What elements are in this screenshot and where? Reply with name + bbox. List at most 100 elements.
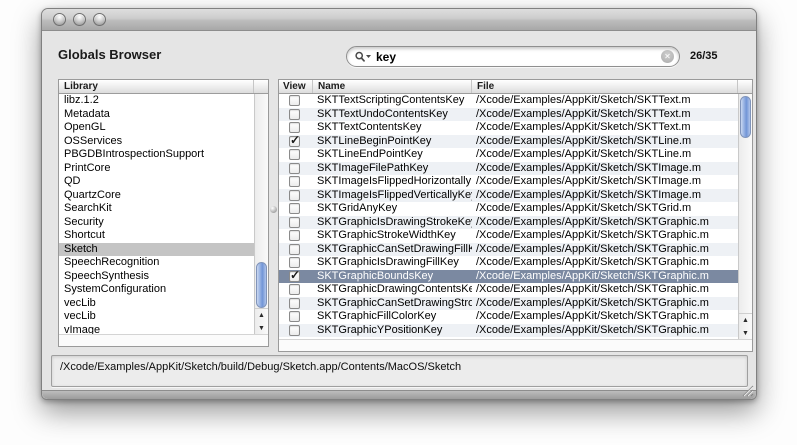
search-menu-icon[interactable] — [354, 51, 372, 63]
table-row[interactable]: SKTGraphicBoundsKey /Xcode/Examples/AppK… — [279, 270, 738, 284]
table-row[interactable]: SKTTextUndoContentsKey /Xcode/Examples/A… — [279, 108, 738, 122]
pane-splitter-handle[interactable] — [270, 206, 277, 213]
library-vertical-scrollbar[interactable]: ▲ ▼ — [254, 94, 268, 334]
column-header-name[interactable]: Name — [313, 80, 472, 93]
table-row[interactable]: SKTTextContentsKey /Xcode/Examples/AppKi… — [279, 121, 738, 135]
view-cell — [279, 175, 313, 189]
view-cell — [279, 162, 313, 176]
view-checkbox[interactable] — [289, 311, 300, 322]
library-list-item[interactable]: vImage — [59, 324, 254, 335]
view-checkbox[interactable] — [289, 190, 300, 201]
global-file-cell: /Xcode/Examples/AppKit/Sketch/SKTGrid.m — [472, 202, 738, 216]
table-row[interactable]: SKTGraphicIsDrawingStrokeKey /Xcode/Exam… — [279, 216, 738, 230]
view-checkbox[interactable] — [289, 298, 300, 309]
library-item-label: Metadata — [64, 108, 110, 120]
titlebar[interactable] — [42, 9, 756, 31]
library-list-item[interactable]: PBGDBIntrospectionSupport — [59, 148, 254, 162]
view-checkbox[interactable] — [289, 176, 300, 187]
column-header-view[interactable]: View — [279, 80, 313, 93]
library-horizontal-scrollbar[interactable] — [59, 334, 268, 346]
globals-vertical-scrollbar[interactable]: ▲ ▼ — [738, 94, 752, 339]
view-checkbox[interactable] — [289, 122, 300, 133]
view-checkbox[interactable] — [289, 325, 300, 336]
table-row[interactable]: SKTTextScriptingContentsKey /Xcode/Examp… — [279, 94, 738, 108]
library-list-item[interactable]: vecLib — [59, 310, 254, 324]
table-row[interactable]: SKTGraphicFillColorKey /Xcode/Examples/A… — [279, 310, 738, 324]
clear-search-icon[interactable]: ✕ — [661, 50, 674, 63]
library-list-item[interactable]: SpeechRecognition — [59, 256, 254, 270]
view-cell — [279, 94, 313, 108]
view-checkbox[interactable] — [289, 149, 300, 160]
scroll-up-icon[interactable]: ▲ — [255, 309, 268, 322]
global-name-cell: SKTImageIsFlippedVerticallyKey — [313, 189, 472, 203]
view-checkbox[interactable] — [289, 109, 300, 120]
window-bottom-edge — [42, 390, 756, 399]
library-list-item[interactable]: PrintCore — [59, 162, 254, 176]
view-checkbox[interactable] — [289, 217, 300, 228]
column-header-file[interactable]: File — [472, 80, 738, 93]
close-button[interactable] — [53, 13, 66, 26]
library-column-header[interactable]: Library — [59, 80, 254, 93]
globals-horizontal-scrollbar[interactable] — [279, 339, 752, 351]
table-row[interactable]: SKTImageIsFlippedVerticallyKey /Xcode/Ex… — [279, 189, 738, 203]
table-row[interactable]: SKTGraphicIsDrawingFillKey /Xcode/Exampl… — [279, 256, 738, 270]
view-checkbox[interactable] — [289, 163, 300, 174]
library-item-label: Shortcut — [64, 229, 105, 241]
library-list-item[interactable]: SpeechSynthesis — [59, 270, 254, 284]
view-checkbox[interactable] — [289, 230, 300, 241]
library-scrollbar-header-cell — [254, 80, 268, 93]
global-file-cell: /Xcode/Examples/AppKit/Sketch/SKTGraphic… — [472, 270, 738, 284]
table-row[interactable]: SKTLineBeginPointKey /Xcode/Examples/App… — [279, 135, 738, 149]
table-row[interactable]: SKTGraphicCanSetDrawingFillKey /Xcode/Ex… — [279, 243, 738, 257]
library-list-item[interactable]: vecLib — [59, 297, 254, 311]
view-checkbox[interactable] — [289, 284, 300, 295]
view-checkbox[interactable] — [289, 95, 300, 106]
global-name-cell: SKTGraphicDrawingContentsKey — [313, 283, 472, 297]
library-item-label: SystemConfiguration — [64, 283, 166, 295]
library-list-item[interactable]: Shortcut — [59, 229, 254, 243]
resize-grip-icon[interactable] — [740, 383, 754, 397]
view-checkbox[interactable] — [289, 136, 300, 147]
library-item-label: Sketch — [64, 243, 98, 255]
view-checkbox[interactable] — [289, 203, 300, 214]
minimize-button[interactable] — [73, 13, 86, 26]
table-row[interactable]: SKTLineEndPointKey /Xcode/Examples/AppKi… — [279, 148, 738, 162]
global-file-cell: /Xcode/Examples/AppKit/Sketch/SKTGraphic… — [472, 310, 738, 324]
view-checkbox[interactable] — [289, 257, 300, 268]
table-row[interactable]: SKTGraphicStrokeWidthKey /Xcode/Examples… — [279, 229, 738, 243]
scroll-up-icon[interactable]: ▲ — [739, 314, 752, 327]
zoom-button[interactable] — [93, 13, 106, 26]
library-list-item[interactable]: Metadata — [59, 108, 254, 122]
library-list-item[interactable]: libz.1.2 — [59, 94, 254, 108]
table-row[interactable]: SKTGraphicCanSetDrawingStrokeKey /Xcode/… — [279, 297, 738, 311]
library-list-item[interactable]: SearchKit — [59, 202, 254, 216]
global-name-cell: SKTGraphicCanSetDrawingStrokeKey — [313, 297, 472, 311]
view-checkbox[interactable] — [289, 244, 300, 255]
global-name-cell: SKTGraphicStrokeWidthKey — [313, 229, 472, 243]
global-file-cell: /Xcode/Examples/AppKit/Sketch/SKTGraphic… — [472, 229, 738, 243]
global-name-cell: SKTGraphicIsDrawingStrokeKey — [313, 216, 472, 230]
library-list-item[interactable]: OSServices — [59, 135, 254, 149]
search-field[interactable]: ✕ — [346, 46, 680, 67]
library-list-item[interactable]: SystemConfiguration — [59, 283, 254, 297]
library-list-item[interactable]: Security — [59, 216, 254, 230]
table-row[interactable]: SKTImageIsFlippedHorizontallyKey /Xcode/… — [279, 175, 738, 189]
table-row[interactable]: SKTGraphicYPositionKey /Xcode/Examples/A… — [279, 324, 738, 338]
status-bar: /Xcode/Examples/AppKit/Sketch/build/Debu… — [51, 355, 748, 387]
globals-scrollbar-thumb[interactable] — [740, 96, 751, 138]
library-scrollbar-thumb[interactable] — [256, 262, 267, 308]
library-item-label: SpeechRecognition — [64, 256, 159, 268]
library-list-item[interactable]: QD — [59, 175, 254, 189]
global-name-cell: SKTLineBeginPointKey — [313, 135, 472, 149]
global-file-cell: /Xcode/Examples/AppKit/Sketch/SKTText.m — [472, 121, 738, 135]
library-list-item[interactable]: OpenGL — [59, 121, 254, 135]
table-row[interactable]: SKTGraphicDrawingContentsKey /Xcode/Exam… — [279, 283, 738, 297]
table-row[interactable]: SKTGridAnyKey /Xcode/Examples/AppKit/Ske… — [279, 202, 738, 216]
library-list-item[interactable]: QuartzCore — [59, 189, 254, 203]
library-list-item[interactable]: Sketch — [59, 243, 254, 257]
library-item-label: QuartzCore — [64, 189, 121, 201]
search-input[interactable] — [376, 50, 661, 64]
table-row[interactable]: SKTImageFilePathKey /Xcode/Examples/AppK… — [279, 162, 738, 176]
view-checkbox[interactable] — [289, 271, 300, 282]
view-cell — [279, 283, 313, 297]
